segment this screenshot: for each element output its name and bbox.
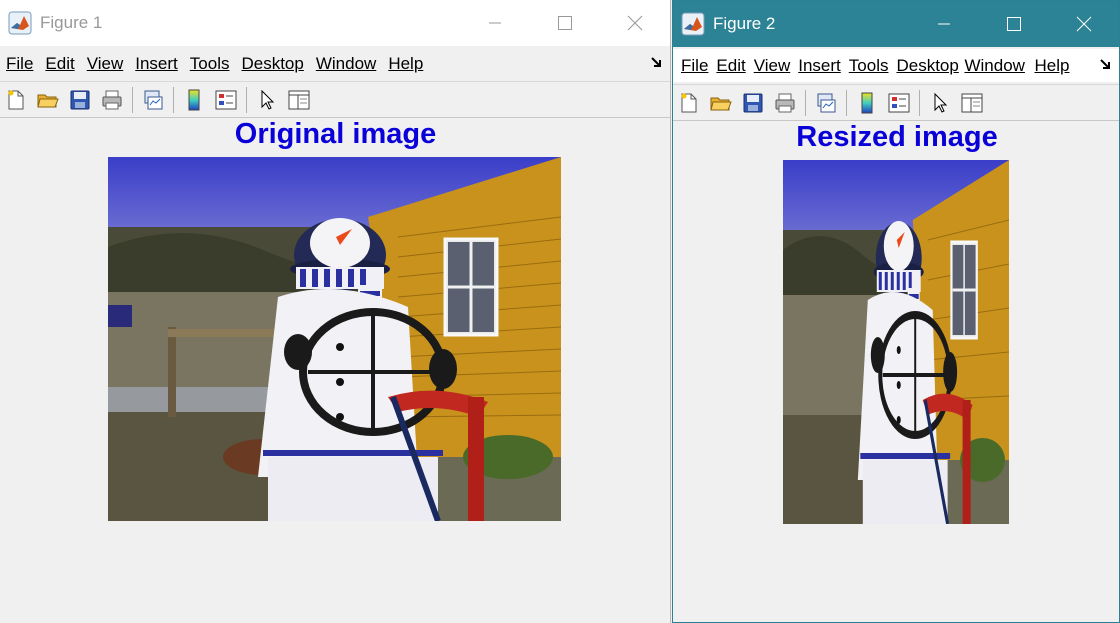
menu-desktop[interactable]: Desktop [235,54,309,74]
print-button[interactable] [98,86,126,114]
menu-desktop[interactable]: Desktop [892,56,960,76]
open-file-button[interactable] [707,89,735,117]
open-file-icon [37,94,59,107]
new-figure-button[interactable] [675,89,703,117]
matlab-logo-icon [8,11,32,35]
menu-view[interactable]: View [81,54,130,74]
edit-plot-button[interactable] [926,89,954,117]
colorbar-icon [861,92,873,113]
pointer-icon [934,92,948,113]
menu-window[interactable]: Window [310,54,382,74]
figure-toolbar [0,81,670,118]
menu-window[interactable]: Window [960,56,1030,76]
property-inspector-icon [288,90,310,109]
menu-bar: File Edit View Insert Tools Desktop Wind… [673,49,1119,82]
minimize-button[interactable] [909,1,979,47]
colorbar-button[interactable] [180,86,208,114]
open-file-icon [710,97,732,110]
window-title: Figure 2 [713,14,776,33]
open-file-button[interactable] [34,86,62,114]
new-figure-icon [8,90,24,109]
edit-plot-button[interactable] [253,86,281,114]
toolbar-separator [919,89,920,116]
close-icon [627,15,643,31]
menu-view[interactable]: View [750,56,795,76]
legend-icon [215,90,237,109]
link-plot-icon [817,93,836,112]
menu-edit[interactable]: Edit [712,56,749,76]
save-icon [743,93,763,112]
print-button[interactable] [771,89,799,117]
colorbar-icon [188,89,200,110]
menu-tools[interactable]: Tools [184,54,236,74]
dock-arrow-icon[interactable] [650,55,664,69]
toolbar-separator [173,86,174,113]
menu-tools[interactable]: Tools [845,56,893,76]
axes-title: Resized image [796,121,998,153]
toolbar-separator [246,86,247,113]
legend-button[interactable] [885,89,913,117]
pointer-icon [261,89,275,110]
original-image [108,157,561,521]
property-inspector-button[interactable] [285,86,313,114]
snowman-photo [108,157,561,521]
legend-button[interactable] [212,86,240,114]
menu-help[interactable]: Help [1030,56,1073,76]
close-icon [1076,16,1092,32]
minimize-icon [489,22,501,24]
new-figure-icon [681,93,697,112]
property-inspector-icon [961,93,983,112]
toolbar-separator [846,89,847,116]
window-title: Figure 1 [40,13,103,32]
colorbar-button[interactable] [853,89,881,117]
print-icon [102,90,122,109]
dock-arrow-icon[interactable] [1099,57,1113,71]
title-bar[interactable]: Figure 2 [673,1,1119,47]
maximize-button[interactable] [530,0,600,46]
legend-icon [888,93,910,112]
resized-image [783,160,1009,524]
close-button[interactable] [1049,1,1119,47]
menu-insert[interactable]: Insert [129,54,184,74]
close-button[interactable] [600,0,670,46]
figure-window-2: Figure 2 File Edit View Insert Tools Des… [672,0,1120,623]
menu-bar: File Edit View Insert Tools Desktop Wind… [0,47,670,80]
figure-toolbar [673,84,1119,121]
figure-window-1: Figure 1 File Edit View Insert Tools Des… [0,0,671,623]
save-icon [70,90,90,109]
axes-title: Original image [234,118,437,150]
new-figure-button[interactable] [2,86,30,114]
snowman-photo-resized [783,160,1009,524]
link-plot-button[interactable] [139,86,167,114]
menu-insert[interactable]: Insert [794,56,845,76]
title-bar[interactable]: Figure 1 [0,0,670,46]
link-plot-button[interactable] [812,89,840,117]
link-plot-icon [144,90,163,109]
maximize-icon [1007,17,1021,31]
menu-file[interactable]: File [0,54,39,74]
property-inspector-button[interactable] [958,89,986,117]
toolbar-separator [805,89,806,116]
menu-edit[interactable]: Edit [39,54,80,74]
matlab-logo-icon [681,12,705,36]
maximize-icon [558,16,572,30]
print-icon [775,93,795,112]
menu-file[interactable]: File [673,56,712,76]
minimize-button[interactable] [460,0,530,46]
toolbar-separator [132,86,133,113]
save-button[interactable] [66,86,94,114]
minimize-icon [938,23,950,25]
maximize-button[interactable] [979,1,1049,47]
save-button[interactable] [739,89,767,117]
menu-help[interactable]: Help [382,54,429,74]
